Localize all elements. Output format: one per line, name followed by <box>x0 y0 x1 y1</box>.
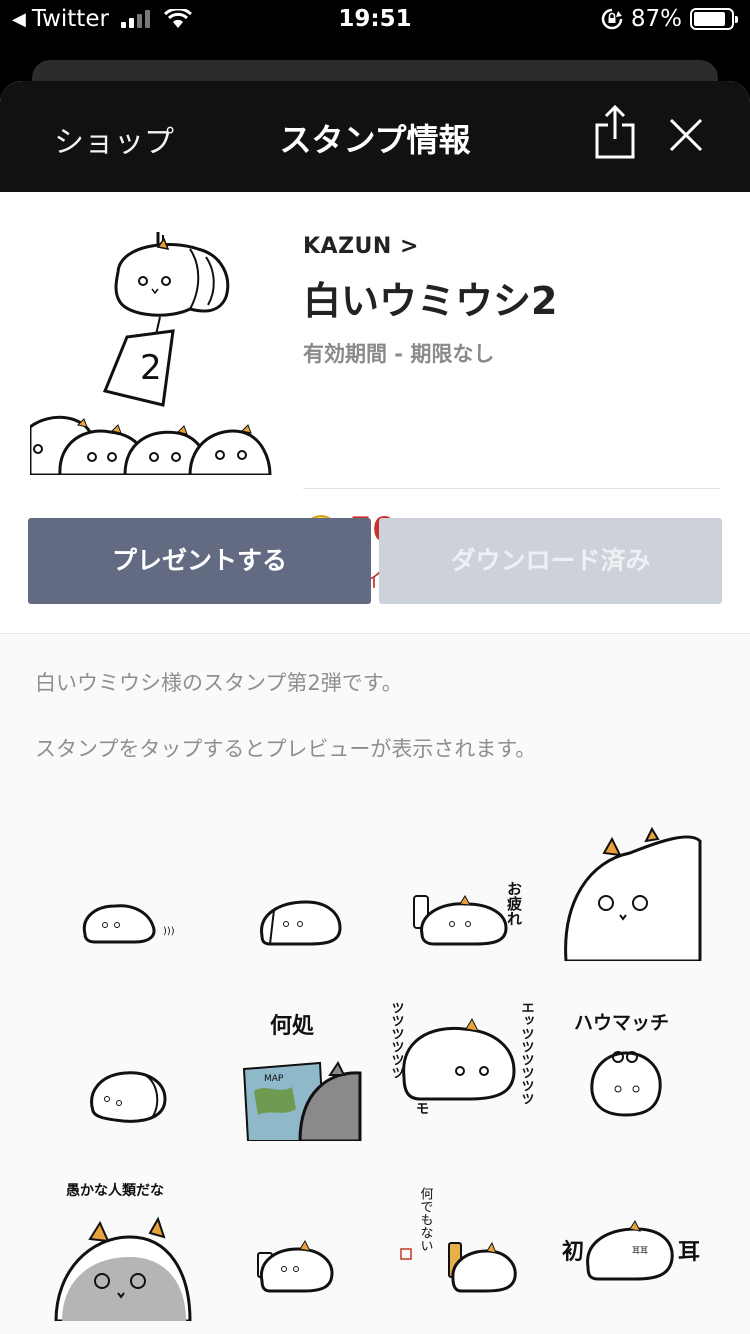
validity-period: 有効期間 - 期限なし <box>303 342 495 366</box>
sticker-12-small: 耳耳 <box>632 1246 648 1255</box>
sticker-7-right-caption: エッツツツツツツ <box>519 1001 535 1105</box>
sticker-3-caption: お疲れ <box>505 881 523 926</box>
sticker-info-sheet: ショップ スタンプ情報 2 KAZUN > 白いウミウシ2 有効期間 - 期限な… <box>0 81 750 1334</box>
sticker-7-bottom-caption: モ <box>416 1102 429 1117</box>
share-icon[interactable] <box>594 105 636 159</box>
author-link[interactable]: KAZUN > <box>303 234 419 259</box>
nav-bar: ショップ スタンプ情報 <box>0 81 750 192</box>
sticker-5[interactable] <box>75 991 225 1141</box>
svg-text:))): ))) <box>163 926 175 937</box>
status-bar: ◀ Twitter 19:51 87% <box>0 0 750 42</box>
rotation-lock-icon <box>601 8 623 30</box>
sticker-title: 白いウミウシ2 <box>303 279 558 323</box>
sticker-grid: ))) お疲れ 何処 MAP ツツツツツツ エッツツツツツツ モ ハウマッチ 愚… <box>45 801 705 1321</box>
sticker-2[interactable] <box>240 826 390 976</box>
close-icon[interactable] <box>668 117 704 153</box>
page-title: スタンプ情報 <box>279 121 471 159</box>
preview-hint: スタンプをタップするとプレビューが表示されます。 <box>35 737 537 761</box>
sticker-4[interactable] <box>560 811 710 961</box>
battery-icon <box>690 8 738 30</box>
sticker-12-right-caption: 耳 <box>678 1240 700 1265</box>
downloaded-button: ダウンロード済み <box>379 518 722 604</box>
battery-percent: 87% <box>630 6 682 32</box>
divider <box>303 488 720 489</box>
description-text: 白いウミウシ様のスタンプ第2弾です。 <box>35 671 403 695</box>
sticker-6[interactable]: 何処 MAP <box>240 991 390 1141</box>
sticker-7-left-caption: ツツツツツツ <box>390 1001 404 1079</box>
sticker-12-left-caption: 初 <box>562 1239 584 1265</box>
sticker-1[interactable]: ))) <box>65 826 215 976</box>
sticker-8[interactable]: ハウマッチ <box>560 991 710 1141</box>
sticker-11-caption: 何でもない <box>418 1186 434 1252</box>
sticker-8-caption: ハウマッチ <box>574 1012 669 1034</box>
map-label: MAP <box>264 1074 284 1084</box>
sticker-12[interactable]: 初 耳耳 耳 <box>560 1161 710 1311</box>
main-sticker-image: 2 <box>30 232 272 475</box>
present-button[interactable]: プレゼントする <box>28 518 371 604</box>
sticker-11[interactable]: 何でもない <box>395 1171 545 1321</box>
sticker-7[interactable]: ツツツツツツ エッツツツツツツ モ <box>390 981 540 1131</box>
sticker-3[interactable]: お疲れ <box>410 826 560 976</box>
sticker-10[interactable] <box>240 1171 390 1321</box>
battery-level <box>694 12 726 26</box>
sticker-9-caption: 愚かな人類だな <box>66 1182 164 1199</box>
sticker-9[interactable]: 愚かな人類だな <box>50 1171 200 1321</box>
sticker-6-caption: 何処 <box>270 1013 314 1039</box>
tag-number: 2 <box>140 348 162 388</box>
